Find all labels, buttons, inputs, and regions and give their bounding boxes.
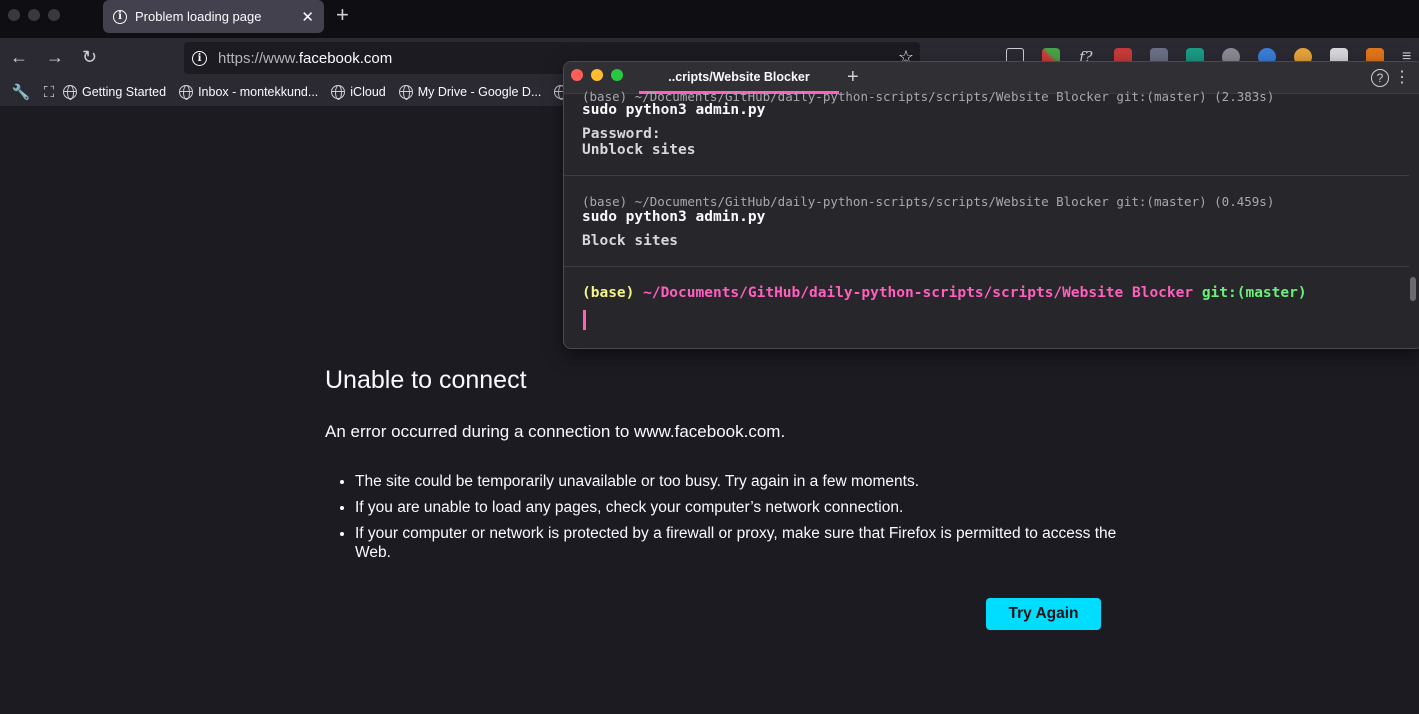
try-again-button[interactable]: Try Again	[986, 598, 1101, 630]
globe-icon	[398, 85, 413, 100]
close-window-button[interactable]	[8, 9, 20, 21]
globe-icon	[63, 85, 77, 100]
terminal-command: sudo python3 admin.py	[582, 209, 766, 225]
terminal-output-line: Block sites	[582, 233, 679, 249]
url-text[interactable]: https://www.facebook.com	[218, 50, 392, 67]
back-arrow-icon[interactable]: ←	[10, 46, 28, 68]
new-tab-button[interactable]: +	[336, 3, 349, 27]
list-item: If you are unable to load any pages, che…	[355, 499, 1125, 518]
terminal-command: sudo python3 admin.py	[582, 102, 766, 118]
terminal-zoom-button[interactable]	[611, 69, 623, 81]
error-suggestions-list: The site could be temporarily unavailabl…	[355, 473, 1125, 570]
terminal-new-tab-button[interactable]: +	[847, 65, 859, 89]
terminal-window[interactable]: ..cripts/Website Blocker + ? ⋮ (base) ~/…	[563, 61, 1419, 349]
site-info-icon[interactable]: i	[192, 50, 207, 66]
wrench-icon[interactable]: 🔧	[7, 83, 35, 101]
zoom-window-button[interactable]	[48, 9, 60, 21]
info-icon: i	[113, 9, 127, 24]
error-description: An error occurred during a connection to…	[325, 422, 786, 441]
terminal-output-line: Unblock sites	[582, 142, 696, 158]
terminal-minimize-button[interactable]	[591, 69, 603, 81]
bookmark-my-drive[interactable]: My Drive - Google D...	[398, 85, 541, 100]
list-item: If your computer or network is protected…	[355, 525, 1125, 562]
terminal-prompt-line: (base) ~/Documents/GitHub/daily-python-s…	[582, 194, 1275, 209]
help-icon[interactable]: ?	[1371, 69, 1389, 87]
close-tab-icon[interactable]: ✕	[301, 8, 314, 26]
selection-tool-icon[interactable]: ⛶	[35, 84, 63, 101]
browser-tab[interactable]: i Problem loading page ✕	[103, 0, 324, 33]
globe-icon	[331, 85, 346, 100]
browser-tab-strip: i Problem loading page ✕ +	[0, 0, 1419, 38]
minimize-window-button[interactable]	[28, 9, 40, 21]
block-divider	[564, 266, 1409, 267]
terminal-close-button[interactable]	[571, 69, 583, 81]
terminal-output-line: Password:	[582, 126, 661, 142]
browser-tab-title: Problem loading page	[135, 9, 262, 24]
bookmark-icloud[interactable]: iCloud	[331, 85, 386, 100]
error-title: Unable to connect	[325, 366, 527, 394]
text-cursor	[583, 310, 586, 330]
bookmark-getting-started[interactable]: Getting Started	[63, 85, 166, 100]
forward-arrow-icon[interactable]: →	[46, 46, 64, 68]
list-item: The site could be temporarily unavailabl…	[355, 473, 1125, 492]
globe-icon	[179, 85, 194, 100]
reload-icon[interactable]: ↻	[82, 46, 97, 68]
terminal-scrollbar[interactable]	[1410, 277, 1416, 301]
bookmark-inbox[interactable]: Inbox - montekkund...	[179, 85, 318, 100]
terminal-output[interactable]: (base) ~/Documents/GitHub/daily-python-s…	[564, 89, 1419, 348]
terminal-live-prompt: (base) ~/Documents/GitHub/daily-python-s…	[582, 285, 1307, 301]
more-options-icon[interactable]: ⋮	[1394, 67, 1410, 87]
block-divider	[564, 175, 1409, 176]
